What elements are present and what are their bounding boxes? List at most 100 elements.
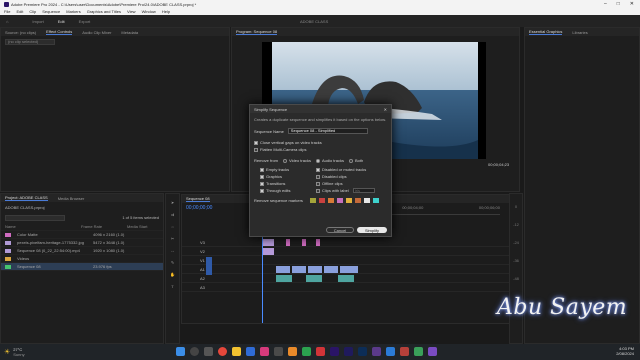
timeline-clip[interactable]	[324, 266, 338, 273]
explorer-icon[interactable]	[232, 347, 241, 356]
timeline-clip[interactable]	[340, 266, 358, 273]
transitions-checkbox[interactable]	[260, 181, 264, 186]
menu-markers[interactable]: Markers	[66, 9, 80, 14]
disabled-clips-checkbox[interactable]	[316, 174, 320, 179]
track-v2[interactable]: V2	[182, 248, 522, 256]
tab-export[interactable]: Export	[79, 19, 91, 24]
app-icon[interactable]	[274, 347, 283, 356]
tab-source[interactable]: Source: (no clips)	[5, 30, 36, 35]
marker-color-swatch[interactable]	[345, 198, 352, 203]
tab-edit[interactable]: Edit	[58, 19, 65, 24]
timeline-clip[interactable]	[306, 275, 322, 282]
menu-graphics[interactable]: Graphics and Titles	[87, 9, 121, 14]
timeline-clip[interactable]	[338, 275, 354, 282]
track-target-toggle[interactable]	[206, 257, 212, 275]
marker-color-swatch[interactable]	[336, 198, 343, 203]
marker-color-swatch[interactable]	[363, 198, 370, 203]
sequence-name-input[interactable]: Sequence 08 - Simplified	[287, 128, 368, 134]
tab-program[interactable]: Program: Sequence 08	[236, 29, 278, 35]
menu-file[interactable]: File	[4, 9, 10, 14]
menu-window[interactable]: Window	[142, 9, 156, 14]
through-edits-checkbox[interactable]	[260, 188, 264, 193]
timeline-clip[interactable]	[276, 266, 290, 273]
weather-widget[interactable]: ☀ 27°C Sunny	[0, 347, 25, 357]
list-item[interactable]: Sequence 08 23.976 fps	[1, 263, 163, 271]
timeline-clip[interactable]	[262, 239, 274, 246]
chrome-icon[interactable]	[218, 347, 227, 356]
razor-icon[interactable]: ✂	[171, 236, 174, 241]
mail-icon[interactable]	[246, 347, 255, 356]
ripple-edit-icon[interactable]: ⇔	[171, 224, 175, 229]
graphics-checkbox[interactable]	[260, 174, 264, 179]
app-icon[interactable]	[302, 347, 311, 356]
offline-clips-checkbox[interactable]	[316, 181, 320, 186]
track-v3[interactable]: V3	[182, 239, 522, 247]
menu-sequence[interactable]: Sequence	[42, 9, 60, 14]
maximize-icon[interactable]: □	[617, 1, 620, 7]
timeline-clip[interactable]	[262, 248, 274, 255]
app-icon[interactable]	[288, 347, 297, 356]
home-icon[interactable]: ⌂	[6, 19, 8, 24]
app-icon[interactable]	[260, 347, 269, 356]
tab-media-browser[interactable]: Media Browser	[58, 196, 85, 201]
menu-edit[interactable]: Edit	[16, 9, 23, 14]
tab-metadata[interactable]: Metadata	[121, 30, 138, 35]
tab-effect-controls[interactable]: Effect Controls	[46, 29, 73, 35]
list-item[interactable]: Color Matte 4096 x 2160 (1.0)	[1, 231, 163, 239]
tab-project[interactable]: Project: ADOBE CLASS	[5, 195, 48, 201]
app-icon[interactable]	[372, 347, 381, 356]
close-icon[interactable]: ✕	[630, 1, 634, 7]
selection-tool-icon[interactable]: ➤	[171, 200, 174, 205]
cancel-button[interactable]: Cancel	[326, 227, 354, 233]
track-select-icon[interactable]: ⇉	[171, 212, 174, 217]
radio-video[interactable]	[283, 158, 288, 163]
list-item[interactable]: Videos	[1, 255, 163, 263]
start-icon[interactable]	[176, 347, 185, 356]
search-icon[interactable]	[190, 347, 199, 356]
minimize-icon[interactable]: –	[604, 1, 607, 7]
track-v1[interactable]: V1	[182, 257, 522, 265]
app-icon[interactable]	[400, 347, 409, 356]
marker-color-swatch[interactable]	[327, 198, 334, 203]
app-icon[interactable]	[428, 347, 437, 356]
marker-color-swatch[interactable]	[354, 198, 361, 203]
tab-essential-graphics[interactable]: Essential Graphics	[529, 29, 563, 35]
photoshop-icon[interactable]	[358, 347, 367, 356]
vscode-icon[interactable]	[386, 347, 395, 356]
clock[interactable]: 4:03 PM 2/08/2024	[616, 346, 634, 356]
tab-import[interactable]: Import	[32, 19, 43, 24]
col-name[interactable]: Name	[5, 224, 75, 229]
track-a3[interactable]: A3	[182, 284, 522, 292]
empty-tracks-checkbox[interactable]	[260, 167, 264, 172]
timeline-clip[interactable]	[316, 239, 320, 246]
radio-both[interactable]	[348, 158, 353, 163]
col-frame-rate[interactable]: Frame Rate	[81, 224, 121, 229]
task-view-icon[interactable]	[204, 347, 213, 356]
label-select[interactable]: Iris	[352, 188, 375, 193]
project-search[interactable]	[5, 215, 65, 221]
after-effects-icon[interactable]	[344, 347, 353, 356]
premiere-icon[interactable]	[330, 347, 339, 356]
menu-view[interactable]: View	[127, 9, 136, 14]
timeline-clip[interactable]	[286, 239, 290, 246]
slip-tool-icon[interactable]: ↔	[171, 248, 175, 253]
timeline-clip[interactable]	[292, 266, 306, 273]
close-icon[interactable]: ✕	[384, 107, 387, 112]
radio-audio[interactable]	[315, 158, 320, 163]
marker-color-swatch[interactable]	[309, 198, 316, 203]
type-tool-icon[interactable]: T	[171, 284, 173, 289]
flatten-multicam-checkbox[interactable]	[254, 147, 258, 152]
disabled-tracks-checkbox[interactable]	[316, 167, 320, 172]
clip-selector[interactable]: (no clip selected)	[5, 39, 55, 45]
tab-libraries[interactable]: Libraries	[572, 30, 587, 35]
close-gaps-checkbox[interactable]	[254, 140, 258, 145]
clips-with-label-checkbox[interactable]	[316, 188, 320, 193]
marker-color-swatch[interactable]	[318, 198, 325, 203]
list-item[interactable]: pexels-pixelfam-heritage-1775332.jpg 5472…	[1, 239, 163, 247]
app-icon[interactable]	[414, 347, 423, 356]
tab-audio-mixer[interactable]: Audio Clip Mixer	[82, 30, 111, 35]
pen-tool-icon[interactable]: ✎	[171, 260, 174, 265]
menu-help[interactable]: Help	[162, 9, 170, 14]
marker-color-swatch[interactable]	[372, 198, 379, 203]
simplify-button[interactable]: Simplify	[357, 227, 387, 233]
